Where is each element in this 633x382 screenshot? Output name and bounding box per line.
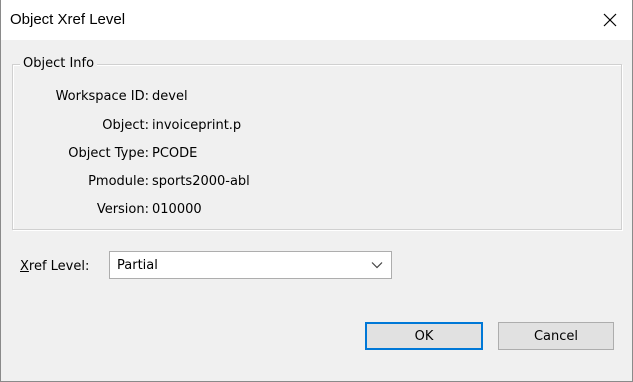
object-xref-level-dialog: Object Xref Level Object Info Workspace …: [0, 0, 633, 382]
pmodule-label: Pmodule:: [88, 174, 149, 189]
object-value: invoiceprint.p: [152, 118, 242, 133]
object-info-legend: Object Info: [20, 56, 98, 72]
object-type-label: Object Type:: [68, 146, 149, 161]
info-row-version: Version:: [1, 201, 149, 219]
version-label: Version:: [96, 202, 149, 217]
xref-level-select[interactable]: Partial: [109, 251, 392, 279]
xref-level-selected-value: Partial: [117, 258, 158, 273]
object-type-value: PCODE: [152, 146, 198, 161]
pmodule-value: sports2000-abl: [152, 174, 250, 189]
xref-level-label: Xref Level:: [20, 258, 89, 276]
close-icon: [603, 13, 617, 27]
info-row-workspace: Workspace ID:: [1, 88, 149, 106]
chevron-down-icon: [371, 262, 383, 269]
workspace-id-label: Workspace ID:: [55, 89, 149, 104]
xref-level-label-rest: ref Level:: [28, 259, 90, 274]
workspace-id-value: devel: [152, 89, 188, 104]
cancel-button[interactable]: Cancel: [498, 322, 614, 350]
info-row-object: Object:: [1, 117, 149, 135]
version-value: 010000: [152, 202, 202, 217]
xref-level-mnemonic: X: [20, 259, 29, 274]
ok-button[interactable]: OK: [365, 322, 483, 350]
title-bar[interactable]: Object Xref Level: [1, 0, 632, 40]
object-label: Object:: [102, 118, 149, 133]
ok-button-label: OK: [414, 328, 434, 344]
close-button[interactable]: [588, 0, 632, 40]
info-row-object-type: Object Type:: [1, 145, 149, 163]
info-row-pmodule: Pmodule:: [1, 173, 149, 191]
cancel-button-label: Cancel: [533, 328, 579, 344]
window-title: Object Xref Level: [10, 11, 126, 28]
